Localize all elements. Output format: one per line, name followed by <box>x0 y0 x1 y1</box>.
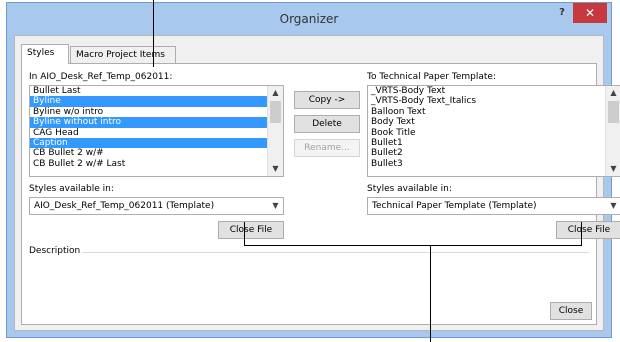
chevron-down-icon[interactable]: ▼ <box>606 198 620 214</box>
right-available-label: Styles available in: <box>367 184 452 194</box>
left-scrollbar[interactable]: ▲ ▼ <box>267 86 283 176</box>
scroll-down-icon[interactable]: ▼ <box>268 162 283 176</box>
list-item[interactable]: CB Bullet 2 w/# Last <box>30 159 283 169</box>
scroll-down-icon[interactable]: ▼ <box>606 162 620 176</box>
copy-button[interactable]: Copy -> <box>294 91 360 109</box>
close-window-button[interactable]: ✕ <box>573 3 607 23</box>
left-available-value: AIO_Desk_Ref_Temp_062011 (Template) <box>34 201 215 211</box>
scroll-up-icon[interactable]: ▲ <box>268 86 283 100</box>
callout-line-right-close-file <box>581 222 582 246</box>
title-bar[interactable]: Organizer ? ✕ <box>7 3 611 35</box>
list-item[interactable]: _VRTS-Body Text_Italics <box>368 96 620 106</box>
dialog-body: Styles Macro Project Items In AIO_Desk_R… <box>14 35 620 331</box>
list-item[interactable]: Body Text <box>368 117 620 127</box>
left-list-label: In AIO_Desk_Ref_Temp_062011: <box>29 72 173 82</box>
left-style-list[interactable]: Bullet Last Byline Byline w/o intro Byli… <box>29 85 284 177</box>
list-item[interactable]: Book Title <box>368 128 620 138</box>
list-item[interactable]: Bullet1 <box>368 138 620 148</box>
list-item[interactable]: CB Bullet 2 w/# <box>30 148 283 158</box>
rename-button[interactable]: Rename... <box>294 139 360 157</box>
delete-button[interactable]: Delete <box>294 115 360 133</box>
right-close-file-button[interactable]: Close File <box>556 221 620 239</box>
right-list-label: To Technical Paper Template: <box>367 72 496 82</box>
callout-line-bracket <box>244 245 582 246</box>
right-available-select[interactable]: Technical Paper Template (Template) ▼ <box>367 197 620 215</box>
list-item[interactable]: _VRTS-Body Text <box>368 86 620 96</box>
description-area <box>29 260 589 300</box>
scroll-up-icon[interactable]: ▲ <box>606 86 620 100</box>
list-item[interactable]: Bullet2 <box>368 148 620 158</box>
tab-styles-label: Styles <box>27 48 55 58</box>
tab-macro-project-items[interactable]: Macro Project Items <box>70 46 176 63</box>
description-divider <box>82 252 589 253</box>
list-item[interactable]: Byline w/o intro <box>30 107 283 117</box>
list-item[interactable]: Byline <box>30 96 283 107</box>
list-item[interactable]: Caption <box>30 137 283 149</box>
right-style-list[interactable]: _VRTS-Body Text _VRTS-Body Text_Italics … <box>367 85 620 177</box>
right-available-value: Technical Paper Template (Template) <box>372 201 537 211</box>
left-available-label: Styles available in: <box>29 184 114 194</box>
callout-line-bottom <box>430 245 431 342</box>
list-item[interactable]: CAG Head <box>30 128 283 138</box>
list-item[interactable]: Balloon Text <box>368 107 620 117</box>
scroll-thumb[interactable] <box>608 101 619 123</box>
list-item[interactable]: Byline without intro <box>30 117 283 128</box>
chevron-down-icon[interactable]: ▼ <box>268 198 283 214</box>
scroll-thumb[interactable] <box>270 101 281 123</box>
list-item[interactable]: Bullet3 <box>368 159 620 169</box>
right-scrollbar[interactable]: ▲ ▼ <box>605 86 620 176</box>
right-items: _VRTS-Body Text _VRTS-Body Text_Italics … <box>368 86 620 169</box>
styles-panel: In AIO_Desk_Ref_Temp_062011: Bullet Last… <box>21 63 620 325</box>
organizer-window: Organizer ? ✕ Styles Macro Project Items… <box>6 2 620 338</box>
callout-line-left-close-file <box>244 222 245 246</box>
left-available-select[interactable]: AIO_Desk_Ref_Temp_062011 (Template) ▼ <box>29 197 284 215</box>
left-close-file-button[interactable]: Close File <box>218 221 284 239</box>
close-button[interactable]: Close <box>550 302 592 320</box>
list-item[interactable]: Bullet Last <box>30 86 283 96</box>
tab-macro-label: Macro Project Items <box>76 50 165 60</box>
window-title: Organizer <box>279 12 339 26</box>
description-label: Description <box>29 246 81 256</box>
callout-line-top <box>153 0 154 67</box>
help-button[interactable]: ? <box>549 3 575 23</box>
tab-styles[interactable]: Styles <box>21 44 69 64</box>
left-items: Bullet Last Byline Byline w/o intro Byli… <box>30 86 283 169</box>
